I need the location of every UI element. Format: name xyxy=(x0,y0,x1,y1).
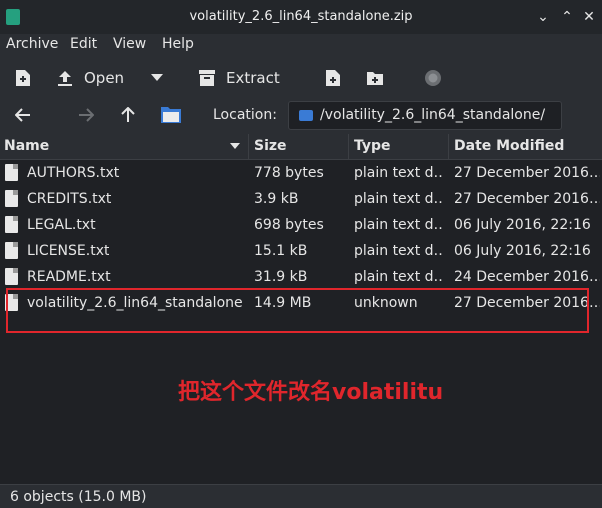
column-size[interactable]: Size xyxy=(250,134,349,159)
table-row[interactable]: README.txt 31.9 kB plain text d… 24 Dece… xyxy=(0,264,602,290)
file-name: CREDITS.txt xyxy=(27,191,112,207)
title-bar: volatility_2.6_lin64_standalone.zip ⌄ ⌃ … xyxy=(0,0,602,34)
table-row[interactable]: LEGAL.txt 698 bytes plain text d… 06 Jul… xyxy=(0,212,602,238)
location-input[interactable]: /volatility_2.6_lin64_standalone/ xyxy=(288,101,562,130)
text-file-icon xyxy=(5,216,18,233)
file-date: 27 December 2016… xyxy=(454,165,600,181)
table-row[interactable]: AUTHORS.txt 778 bytes plain text d… 27 D… xyxy=(0,160,602,186)
folder-icon xyxy=(299,110,313,121)
back-arrow-icon[interactable] xyxy=(12,104,34,126)
add-file-icon xyxy=(322,67,344,89)
file-name: LICENSE.txt xyxy=(27,243,110,259)
sort-descending-icon xyxy=(230,143,240,149)
minimize-icon[interactable]: ⌄ xyxy=(534,8,552,26)
status-text: 6 objects (15.0 MB) xyxy=(10,489,147,505)
list-header: Name Size Type Date Modified xyxy=(0,134,602,160)
forward-arrow-icon[interactable] xyxy=(75,104,97,126)
highlight-box xyxy=(6,288,589,333)
extract-label: Extract xyxy=(226,69,280,87)
column-size-label: Size xyxy=(254,138,287,154)
window-title: volatility_2.6_lin64_standalone.zip xyxy=(189,9,413,24)
toolbar: Open Extract xyxy=(0,60,602,96)
file-size: 15.1 kB xyxy=(254,243,308,259)
file-name: LEGAL.txt xyxy=(27,217,96,233)
upload-arrow-icon xyxy=(54,67,76,89)
file-size: 778 bytes xyxy=(254,165,324,181)
file-type: plain text d… xyxy=(354,191,444,207)
file-date: 06 July 2016, 22:16 xyxy=(454,217,591,233)
home-folder-icon[interactable] xyxy=(160,104,182,126)
open-button[interactable]: Open xyxy=(54,66,124,90)
location-path: /volatility_2.6_lin64_standalone/ xyxy=(320,107,546,123)
status-bar: 6 objects (15.0 MB) xyxy=(0,484,602,508)
open-label: Open xyxy=(84,69,125,87)
menu-help[interactable]: Help xyxy=(162,36,194,52)
stop-circle-icon xyxy=(422,67,444,89)
extract-button[interactable]: Extract xyxy=(196,66,280,90)
file-name: AUTHORS.txt xyxy=(27,165,120,181)
new-archive-button[interactable] xyxy=(12,66,34,90)
text-file-icon xyxy=(5,242,18,259)
location-label: Location: xyxy=(213,107,277,123)
text-file-icon xyxy=(5,268,18,285)
menu-archive[interactable]: Archive xyxy=(6,36,58,52)
new-document-icon xyxy=(12,67,34,89)
column-date-label: Date Modified xyxy=(454,138,565,154)
menu-view[interactable]: View xyxy=(113,36,146,52)
file-date: 27 December 2016… xyxy=(454,191,600,207)
file-name: README.txt xyxy=(27,269,111,285)
file-size: 698 bytes xyxy=(254,217,324,233)
file-type: plain text d… xyxy=(354,269,444,285)
file-size: 31.9 kB xyxy=(254,269,308,285)
chevron-down-icon xyxy=(146,67,168,89)
file-size: 3.9 kB xyxy=(254,191,299,207)
add-files-button[interactable] xyxy=(322,66,344,90)
column-type[interactable]: Type xyxy=(350,134,449,159)
table-row[interactable]: CREDITS.txt 3.9 kB plain text d… 27 Dece… xyxy=(0,186,602,212)
file-type: plain text d… xyxy=(354,165,444,181)
file-date: 06 July 2016, 22:16 xyxy=(454,243,591,259)
up-arrow-icon[interactable] xyxy=(117,104,139,126)
extract-box-icon xyxy=(196,67,218,89)
maximize-icon[interactable]: ⌃ xyxy=(558,8,576,26)
annotation-text: 把这个文件改名volatilitu xyxy=(178,380,444,405)
column-name-label: Name xyxy=(4,138,50,154)
menu-bar: Archive Edit View Help xyxy=(0,34,602,58)
menu-edit[interactable]: Edit xyxy=(70,36,97,52)
column-type-label: Type xyxy=(354,138,391,154)
open-dropdown-button[interactable] xyxy=(146,66,168,90)
text-file-icon xyxy=(5,164,18,181)
table-row[interactable]: LICENSE.txt 15.1 kB plain text d… 06 Jul… xyxy=(0,238,602,264)
add-folder-icon xyxy=(364,67,386,89)
stop-button[interactable] xyxy=(422,66,444,90)
file-type: plain text d… xyxy=(354,217,444,233)
text-file-icon xyxy=(5,190,18,207)
column-name[interactable]: Name xyxy=(0,134,249,159)
add-folder-button[interactable] xyxy=(364,66,386,90)
column-date-modified[interactable]: Date Modified xyxy=(450,134,602,159)
location-bar: Location: /volatility_2.6_lin64_standalo… xyxy=(0,100,602,130)
file-date: 24 December 2016… xyxy=(454,269,600,285)
close-icon[interactable]: ✕ xyxy=(580,8,598,26)
file-type: plain text d… xyxy=(354,243,444,259)
